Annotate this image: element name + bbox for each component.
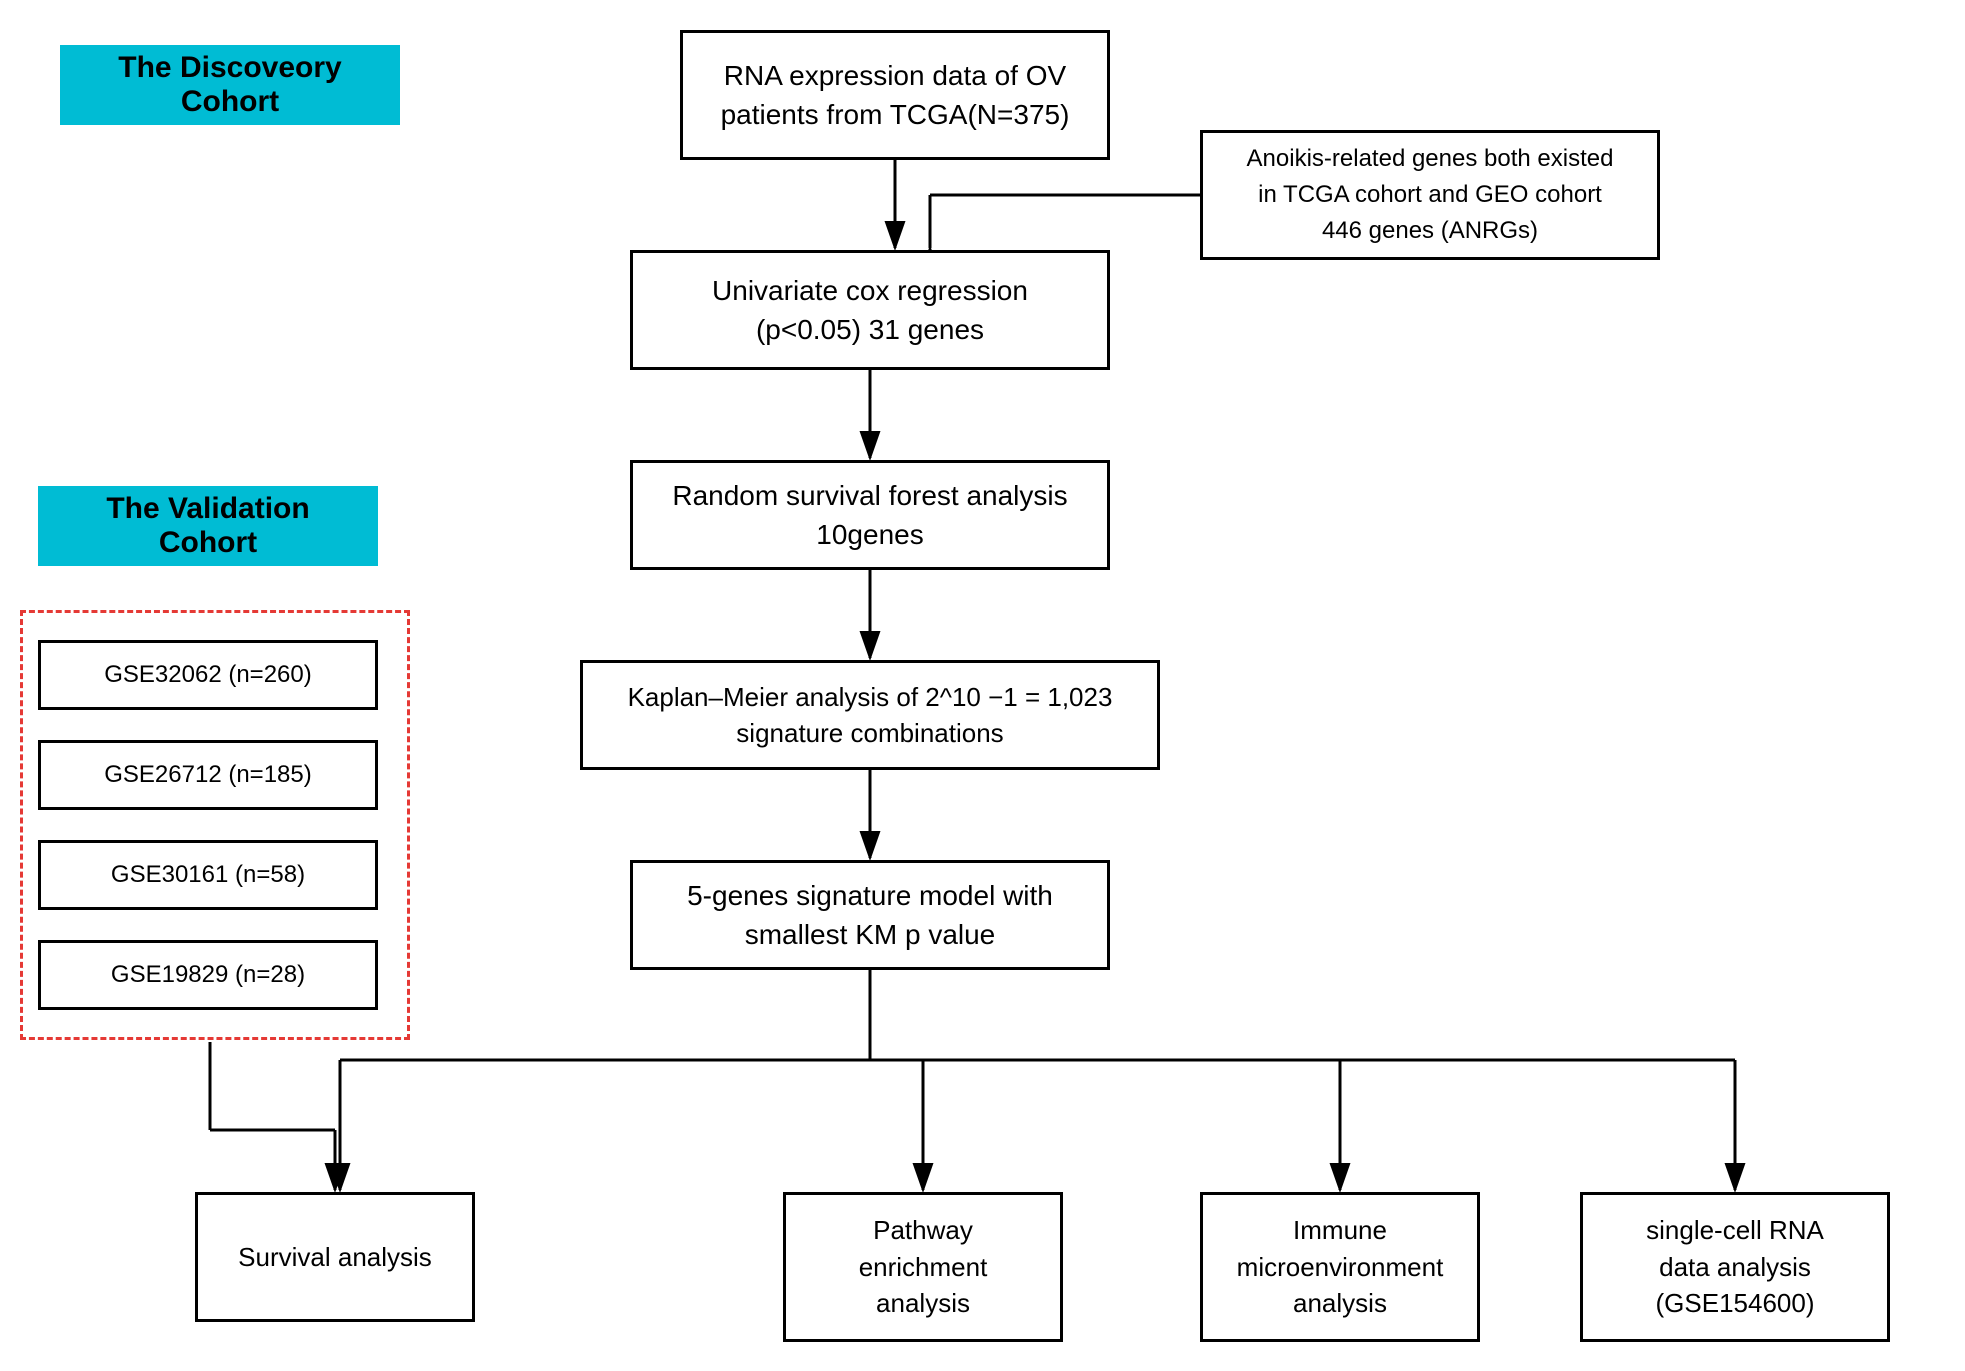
single-cell-rna-box: single-cell RNAdata analysis(GSE154600): [1580, 1192, 1890, 1342]
random-survival-box: Random survival forest analysis10genes: [630, 460, 1110, 570]
univariate-cox-box: Univariate cox regression(p<0.05) 31 gen…: [630, 250, 1110, 370]
anrgs-box: Anoikis-related genes both existedin TCG…: [1200, 130, 1660, 260]
gse26712-box: GSE26712 (n=185): [38, 740, 378, 810]
gse19829-box: GSE19829 (n=28): [38, 940, 378, 1010]
kaplan-meier-box: Kaplan–Meier analysis of 2^10 −1 = 1,023…: [580, 660, 1160, 770]
gse30161-box: GSE30161 (n=58): [38, 840, 378, 910]
gse32062-box: GSE32062 (n=260): [38, 640, 378, 710]
immune-microenvironment-box: Immunemicroenvironmentanalysis: [1200, 1192, 1480, 1342]
five-genes-box: 5-genes signature model withsmallest KM …: [630, 860, 1110, 970]
validation-cohort-label: The Validation Cohort: [38, 486, 378, 566]
pathway-enrichment-box: Pathwayenrichmentanalysis: [783, 1192, 1063, 1342]
tcga-data-box: RNA expression data of OVpatients from T…: [680, 30, 1110, 160]
survival-analysis-box: Survival analysis: [195, 1192, 475, 1322]
discovery-cohort-label: The Discoveory Cohort: [60, 45, 400, 125]
diagram-container: The Discoveory Cohort The Validation Coh…: [0, 0, 1965, 1371]
